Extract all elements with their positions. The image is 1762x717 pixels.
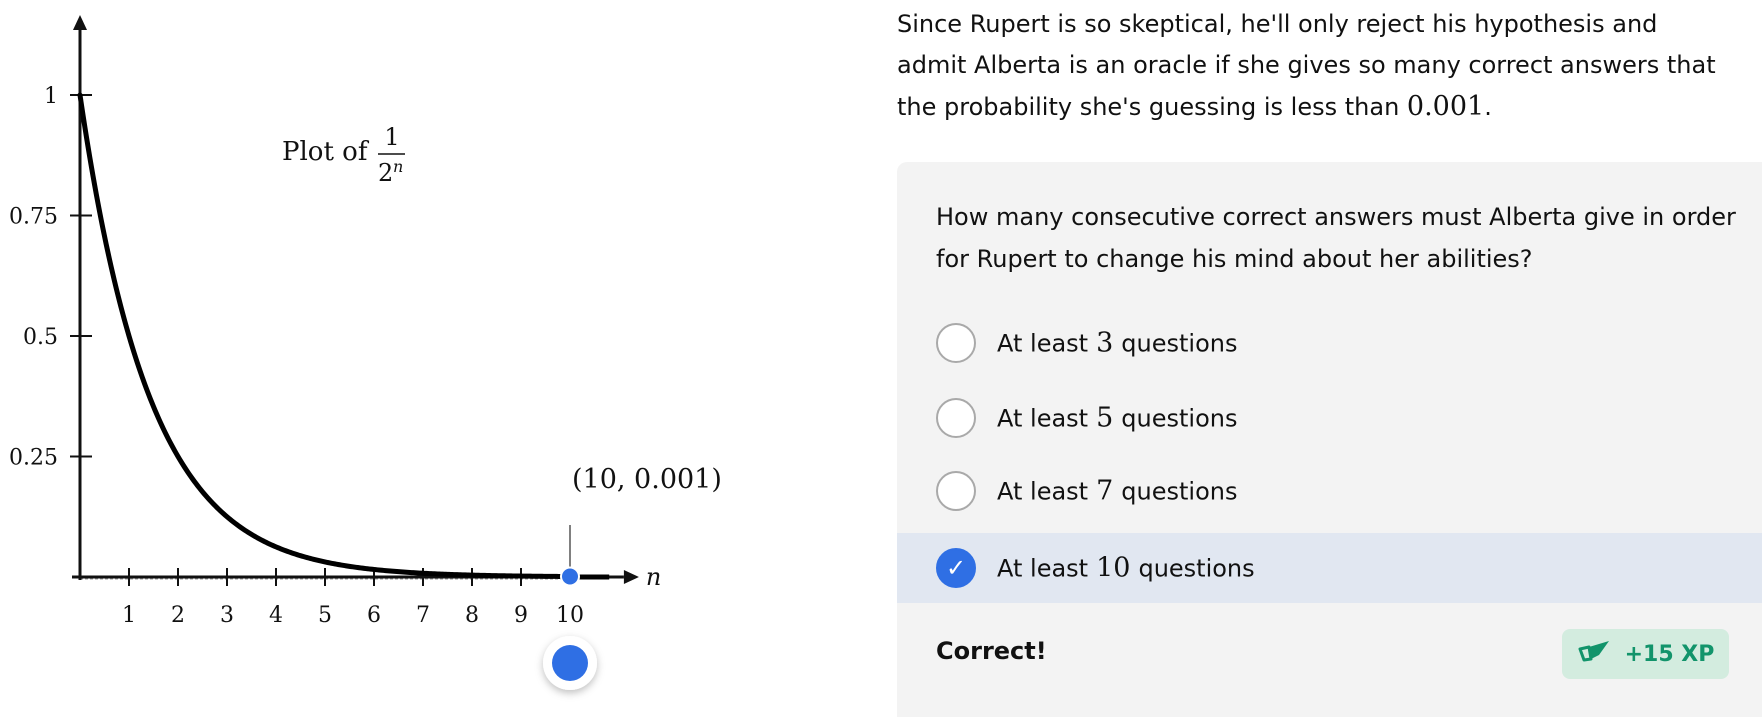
option-prefix: At least: [997, 404, 1089, 433]
chart-title-prefix: Plot of: [282, 137, 370, 167]
option-number: 10: [1096, 552, 1131, 584]
function-curve: [77, 92, 573, 580]
x-axis-label: n: [646, 563, 661, 591]
option-number: 5: [1096, 402, 1114, 434]
result-text: Correct!: [936, 637, 1047, 665]
radio-button-checked[interactable]: ✓: [936, 548, 976, 588]
intro-text-before: Since Rupert is so skeptical, he'll only…: [897, 10, 1716, 121]
option-suffix: questions: [1138, 554, 1255, 583]
x-tick-label: 4: [269, 603, 283, 628]
highlight-point-label: (10, 0.001): [572, 464, 722, 495]
option-label: At least 10 questions: [997, 553, 1255, 584]
x-tick-label: 7: [416, 603, 430, 628]
y-tick-label: 0.25: [9, 446, 58, 471]
chart-title-exponent: n: [393, 157, 403, 176]
xp-value: +15 XP: [1624, 641, 1715, 667]
option-label: At least 5 questions: [997, 403, 1237, 434]
chart-title-numerator: 1: [384, 123, 399, 151]
option-label: At least 3 questions: [997, 328, 1237, 359]
option-suffix: questions: [1121, 404, 1238, 433]
intro-text: Since Rupert is so skeptical, he'll only…: [897, 4, 1727, 128]
question-panel: How many consecutive correct answers mus…: [897, 162, 1762, 717]
x-tick-label: 2: [171, 603, 185, 628]
y-tick-label: 0.75: [9, 205, 58, 230]
pencil-icon: [1577, 639, 1611, 669]
x-axis-arrow: [623, 570, 639, 584]
highlight-point: [560, 566, 580, 587]
option-suffix: questions: [1121, 477, 1238, 506]
option-10[interactable]: ✓ At least 10 questions: [897, 533, 1762, 603]
option-prefix: At least: [997, 554, 1089, 583]
x-tick-label: 6: [367, 603, 381, 628]
question-text: How many consecutive correct answers mus…: [936, 203, 1736, 273]
y-tick-label: 0.5: [23, 325, 58, 350]
x-tick-label: 10: [556, 603, 584, 628]
option-7[interactable]: At least 7 questions: [897, 456, 1762, 526]
option-number: 7: [1096, 475, 1114, 507]
chart-title-base: 2: [378, 159, 393, 187]
x-tick-label: 9: [514, 603, 528, 628]
radio-button[interactable]: [936, 398, 976, 438]
check-icon: ✓: [945, 554, 967, 582]
y-tick-label: 1: [44, 84, 58, 109]
option-3[interactable]: At least 3 questions: [897, 308, 1762, 378]
option-label: At least 7 questions: [997, 476, 1237, 507]
option-prefix: At least: [997, 477, 1089, 506]
x-tick-label: 5: [318, 603, 332, 628]
option-5[interactable]: At least 5 questions: [897, 383, 1762, 453]
option-suffix: questions: [1121, 329, 1238, 358]
radio-button[interactable]: [936, 323, 976, 363]
slider-handle-knob[interactable]: [552, 645, 588, 681]
xp-badge: +15 XP: [1562, 629, 1729, 679]
option-number: 3: [1096, 327, 1114, 359]
x-tick-label: 1: [122, 603, 136, 628]
x-tick-label: 8: [465, 603, 479, 628]
chart-area: n 1 2 3 4 5 6 7 8 9 10 0.25 0.5 0.75 1 Plot of 1 2 n (10, 0…: [0, 0, 890, 717]
intro-text-after: .: [1484, 93, 1492, 121]
y-axis-arrow: [73, 15, 87, 30]
intro-math-value: 0.001: [1406, 91, 1485, 122]
x-tick-label: 3: [220, 603, 234, 628]
exponential-decay-chart: n1 2 3 4 5 6 7 8 9 100.250.50.751Plot of 12 n(10, 0…: [9, 15, 722, 690]
radio-button[interactable]: [936, 471, 976, 511]
option-prefix: At least: [997, 329, 1089, 358]
